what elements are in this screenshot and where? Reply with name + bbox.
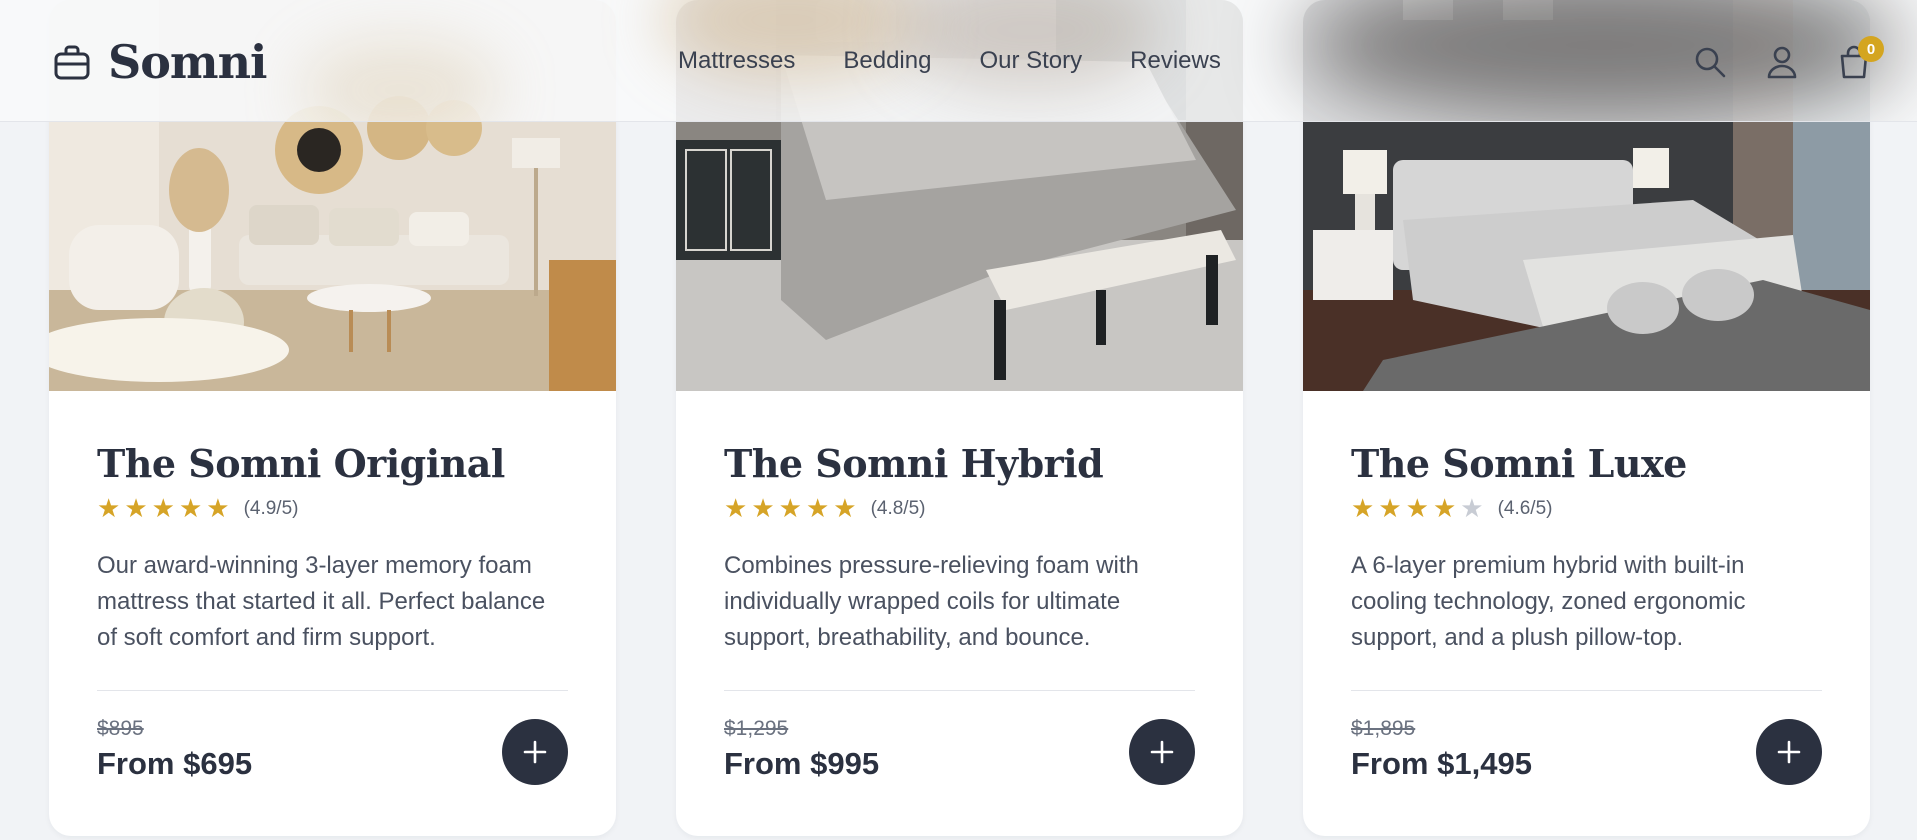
- cart-count-badge: 0: [1858, 36, 1884, 62]
- bag-icon: [54, 45, 90, 80]
- rating-text: (4.9/5): [243, 498, 299, 519]
- divider: [1351, 690, 1822, 691]
- plus-icon: [523, 740, 547, 764]
- product-title[interactable]: The Somni Luxe: [1351, 440, 1822, 488]
- brand-name: Somni: [108, 35, 267, 89]
- product-description: Combines pressure-relieving foam with in…: [724, 552, 1139, 651]
- star-icon: ★: [724, 494, 748, 524]
- user-icon: [1767, 46, 1797, 79]
- star-icon: ★: [1405, 494, 1429, 524]
- add-to-cart-button[interactable]: [502, 719, 568, 785]
- cart-button[interactable]: 0: [1834, 36, 1884, 82]
- header-actions: 0: [1690, 36, 1884, 82]
- nav-our-story[interactable]: Our Story: [979, 47, 1082, 75]
- star-icon: ★: [778, 494, 802, 524]
- star-icon: ★: [178, 494, 203, 524]
- original-price: $895: [97, 717, 144, 740]
- product-rating: ★ ★ ★ ★ ★ (4.9/5): [97, 494, 568, 524]
- product-rating: ★ ★ ★ ★ ★ (4.8/5): [724, 494, 1195, 524]
- plus-icon: [1150, 740, 1174, 764]
- add-to-cart-button[interactable]: [1129, 719, 1195, 785]
- add-to-cart-button[interactable]: [1756, 719, 1822, 785]
- star-icon: ★: [124, 494, 148, 524]
- star-icon: ★: [206, 494, 230, 524]
- nav-mattresses[interactable]: Mattresses: [678, 47, 795, 75]
- nav-reviews[interactable]: Reviews: [1130, 47, 1221, 75]
- product-title[interactable]: The Somni Original: [97, 440, 568, 488]
- current-price: From $995: [724, 746, 880, 781]
- product-description: Our award-winning 3-layer memory foam ma…: [97, 552, 546, 651]
- original-price: $1,895: [1351, 717, 1416, 740]
- star-icon: ★: [97, 494, 121, 524]
- divider: [97, 690, 568, 691]
- main-nav: Mattresses Bedding Our Story Reviews: [678, 44, 1221, 78]
- product-title[interactable]: The Somni Hybrid: [724, 440, 1195, 488]
- rating-text: (4.6/5): [1497, 498, 1553, 519]
- search-icon: [1695, 47, 1726, 78]
- site-header: Somni Mattresses Bedding Our Story Revie…: [0, 0, 1917, 122]
- star-icon: ★: [751, 494, 775, 524]
- plus-icon: [1777, 740, 1801, 764]
- star-icon: ★: [1432, 494, 1457, 524]
- nav-bedding[interactable]: Bedding: [843, 47, 931, 75]
- product-card[interactable]: The Somni Hybrid ★ ★ ★ ★ ★ (4.8/5) Combi…: [676, 0, 1243, 836]
- divider: [724, 690, 1195, 691]
- star-icon: ★: [1378, 494, 1402, 524]
- original-price: $1,295: [724, 717, 789, 740]
- product-grid: The Somni Original ★ ★ ★ ★ ★ (4.9/5) Our…: [49, 0, 1870, 840]
- current-price: From $695: [97, 746, 253, 781]
- star-icon: ★: [833, 494, 857, 524]
- star-icon: ★: [151, 494, 175, 524]
- brand-logo[interactable]: Somni: [52, 35, 267, 89]
- product-card[interactable]: The Somni Original ★ ★ ★ ★ ★ (4.9/5) Our…: [49, 0, 616, 836]
- rating-text: (4.8/5): [870, 498, 926, 519]
- search-button[interactable]: [1690, 42, 1730, 82]
- star-icon: ★: [805, 494, 830, 524]
- current-price: From $1,495: [1351, 746, 1532, 781]
- account-button[interactable]: [1762, 42, 1802, 82]
- star-empty-icon: ★: [1460, 494, 1484, 524]
- product-card[interactable]: The Somni Luxe ★ ★ ★ ★ ★ (4.6/5) A 6-lay…: [1303, 0, 1870, 836]
- star-icon: ★: [1351, 494, 1375, 524]
- product-rating: ★ ★ ★ ★ ★ (4.6/5): [1351, 494, 1822, 524]
- product-description: A 6-layer premium hybrid with built-in c…: [1351, 552, 1746, 651]
